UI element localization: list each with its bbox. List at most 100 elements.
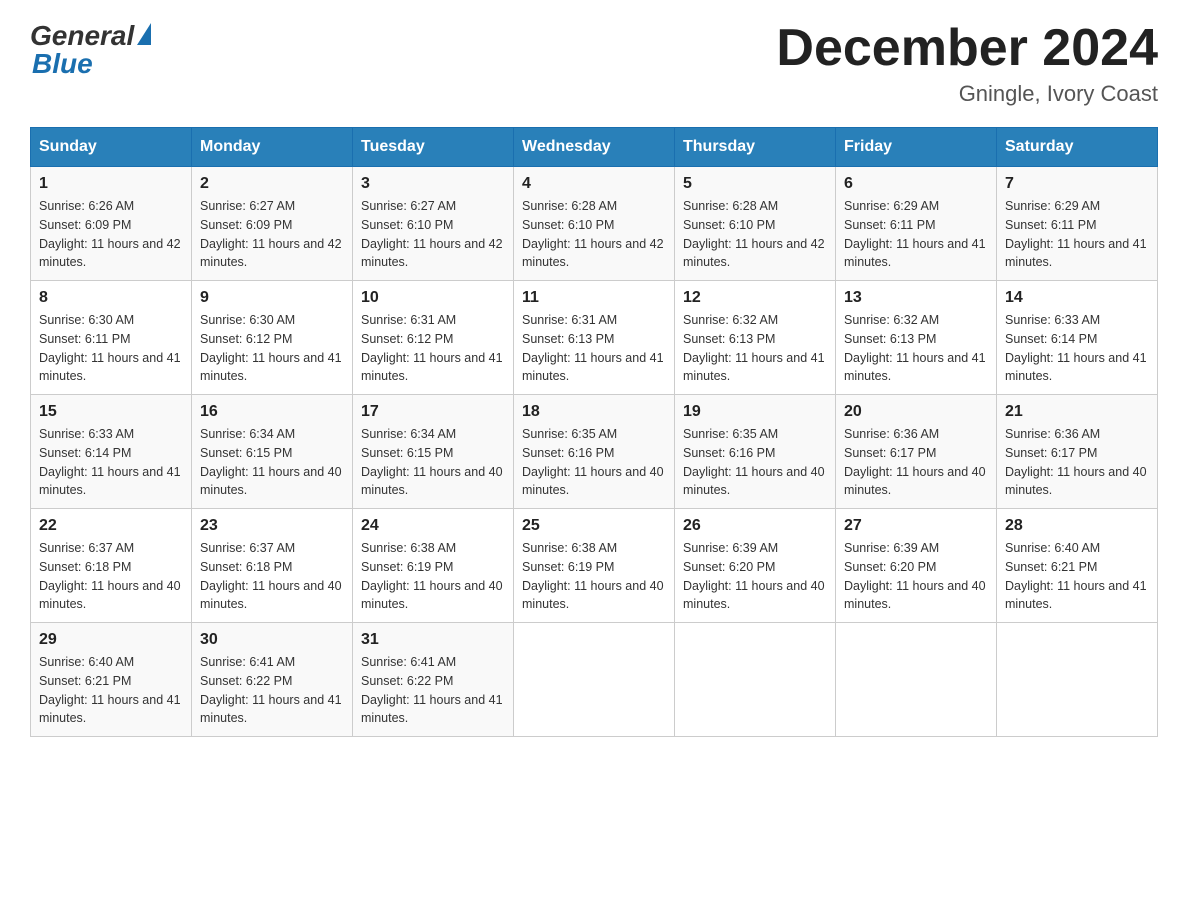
day-info: Sunrise: 6:40 AMSunset: 6:21 PMDaylight:… xyxy=(39,653,183,728)
logo-triangle-icon xyxy=(137,23,151,45)
calendar-week-row: 29 Sunrise: 6:40 AMSunset: 6:21 PMDayligh… xyxy=(31,623,1158,737)
day-info: Sunrise: 6:33 AMSunset: 6:14 PMDaylight:… xyxy=(1005,311,1149,386)
table-row: 20 Sunrise: 6:36 AMSunset: 6:17 PMDayligh… xyxy=(836,395,997,509)
day-number: 15 xyxy=(39,403,183,421)
day-info: Sunrise: 6:27 AMSunset: 6:09 PMDaylight:… xyxy=(200,197,344,272)
calendar-table: Sunday Monday Tuesday Wednesday Thursday… xyxy=(30,127,1158,737)
table-row xyxy=(997,623,1158,737)
table-row: 4 Sunrise: 6:28 AMSunset: 6:10 PMDaylight… xyxy=(514,167,675,281)
table-row: 17Sunrise: 6:34 AMSunset: 6:15 PMDayligh… xyxy=(353,395,514,509)
col-wednesday: Wednesday xyxy=(514,128,675,167)
day-number: 6 xyxy=(844,175,988,193)
calendar-header-row: Sunday Monday Tuesday Wednesday Thursday… xyxy=(31,128,1158,167)
col-friday: Friday xyxy=(836,128,997,167)
day-info: Sunrise: 6:33 AMSunset: 6:14 PMDaylight:… xyxy=(39,425,183,500)
table-row: 3Sunrise: 6:27 AMSunset: 6:10 PMDaylight… xyxy=(353,167,514,281)
table-row: 26 Sunrise: 6:39 AMSunset: 6:20 PMDayligh… xyxy=(675,509,836,623)
day-number: 10 xyxy=(361,289,505,307)
day-number: 18 xyxy=(522,403,666,421)
day-info: Sunrise: 6:35 AMSunset: 6:16 PMDaylight:… xyxy=(522,425,666,500)
location-text: Gningle, Ivory Coast xyxy=(776,81,1158,107)
table-row: 8 Sunrise: 6:30 AMSunset: 6:11 PMDaylight… xyxy=(31,281,192,395)
day-number: 26 xyxy=(683,517,827,535)
day-number: 16 xyxy=(200,403,344,421)
day-info: Sunrise: 6:39 AMSunset: 6:20 PMDaylight:… xyxy=(844,539,988,614)
calendar-week-row: 8 Sunrise: 6:30 AMSunset: 6:11 PMDaylight… xyxy=(31,281,1158,395)
day-number: 29 xyxy=(39,631,183,649)
day-info: Sunrise: 6:39 AMSunset: 6:20 PMDaylight:… xyxy=(683,539,827,614)
day-number: 9 xyxy=(200,289,344,307)
day-info: Sunrise: 6:30 AMSunset: 6:11 PMDaylight:… xyxy=(39,311,183,386)
day-info: Sunrise: 6:29 AMSunset: 6:11 PMDaylight:… xyxy=(844,197,988,272)
table-row: 9 Sunrise: 6:30 AMSunset: 6:12 PMDaylight… xyxy=(192,281,353,395)
day-number: 31 xyxy=(361,631,505,649)
day-number: 13 xyxy=(844,289,988,307)
day-number: 30 xyxy=(200,631,344,649)
day-number: 24 xyxy=(361,517,505,535)
day-number: 8 xyxy=(39,289,183,307)
day-number: 17 xyxy=(361,403,505,421)
table-row: 27 Sunrise: 6:39 AMSunset: 6:20 PMDayligh… xyxy=(836,509,997,623)
table-row: 16 Sunrise: 6:34 AMSunset: 6:15 PMDayligh… xyxy=(192,395,353,509)
day-info: Sunrise: 6:31 AMSunset: 6:12 PMDaylight:… xyxy=(361,311,505,386)
day-info: Sunrise: 6:34 AMSunset: 6:15 PMDaylight:… xyxy=(200,425,344,500)
day-info: Sunrise: 6:31 AMSunset: 6:13 PMDaylight:… xyxy=(522,311,666,386)
table-row: 31Sunrise: 6:41 AMSunset: 6:22 PMDayligh… xyxy=(353,623,514,737)
table-row: 2 Sunrise: 6:27 AMSunset: 6:09 PMDaylight… xyxy=(192,167,353,281)
day-number: 12 xyxy=(683,289,827,307)
table-row: 14 Sunrise: 6:33 AMSunset: 6:14 PMDayligh… xyxy=(997,281,1158,395)
table-row xyxy=(675,623,836,737)
table-row: 29 Sunrise: 6:40 AMSunset: 6:21 PMDayligh… xyxy=(31,623,192,737)
day-number: 19 xyxy=(683,403,827,421)
table-row: 13Sunrise: 6:32 AMSunset: 6:13 PMDayligh… xyxy=(836,281,997,395)
day-info: Sunrise: 6:37 AMSunset: 6:18 PMDaylight:… xyxy=(200,539,344,614)
day-info: Sunrise: 6:26 AMSunset: 6:09 PMDaylight:… xyxy=(39,197,183,272)
calendar-week-row: 15 Sunrise: 6:33 AMSunset: 6:14 PMDayligh… xyxy=(31,395,1158,509)
table-row: 18 Sunrise: 6:35 AMSunset: 6:16 PMDayligh… xyxy=(514,395,675,509)
day-number: 23 xyxy=(200,517,344,535)
table-row: 11 Sunrise: 6:31 AMSunset: 6:13 PMDayligh… xyxy=(514,281,675,395)
col-sunday: Sunday xyxy=(31,128,192,167)
day-number: 27 xyxy=(844,517,988,535)
col-monday: Monday xyxy=(192,128,353,167)
day-info: Sunrise: 6:38 AMSunset: 6:19 PMDaylight:… xyxy=(522,539,666,614)
day-info: Sunrise: 6:37 AMSunset: 6:18 PMDaylight:… xyxy=(39,539,183,614)
day-number: 14 xyxy=(1005,289,1149,307)
month-title: December 2024 xyxy=(776,20,1158,77)
day-number: 20 xyxy=(844,403,988,421)
table-row: 25 Sunrise: 6:38 AMSunset: 6:19 PMDayligh… xyxy=(514,509,675,623)
day-info: Sunrise: 6:35 AMSunset: 6:16 PMDaylight:… xyxy=(683,425,827,500)
day-number: 4 xyxy=(522,175,666,193)
table-row: 12 Sunrise: 6:32 AMSunset: 6:13 PMDayligh… xyxy=(675,281,836,395)
day-number: 7 xyxy=(1005,175,1149,193)
calendar-week-row: 22 Sunrise: 6:37 AMSunset: 6:18 PMDayligh… xyxy=(31,509,1158,623)
day-info: Sunrise: 6:28 AMSunset: 6:10 PMDaylight:… xyxy=(522,197,666,272)
table-row: 19 Sunrise: 6:35 AMSunset: 6:16 PMDayligh… xyxy=(675,395,836,509)
logo: General Blue xyxy=(30,20,151,80)
day-number: 11 xyxy=(522,289,666,307)
day-info: Sunrise: 6:41 AMSunset: 6:22 PMDaylight:… xyxy=(200,653,344,728)
table-row xyxy=(514,623,675,737)
logo-blue-text: Blue xyxy=(32,48,93,80)
table-row: 1Sunrise: 6:26 AMSunset: 6:09 PMDaylight… xyxy=(31,167,192,281)
col-saturday: Saturday xyxy=(997,128,1158,167)
table-row: 24Sunrise: 6:38 AMSunset: 6:19 PMDayligh… xyxy=(353,509,514,623)
table-row: 28Sunrise: 6:40 AMSunset: 6:21 PMDayligh… xyxy=(997,509,1158,623)
table-row: 30 Sunrise: 6:41 AMSunset: 6:22 PMDayligh… xyxy=(192,623,353,737)
table-row: 10 Sunrise: 6:31 AMSunset: 6:12 PMDayligh… xyxy=(353,281,514,395)
day-number: 2 xyxy=(200,175,344,193)
day-number: 21 xyxy=(1005,403,1149,421)
day-info: Sunrise: 6:36 AMSunset: 6:17 PMDaylight:… xyxy=(844,425,988,500)
day-number: 22 xyxy=(39,517,183,535)
table-row: 22 Sunrise: 6:37 AMSunset: 6:18 PMDayligh… xyxy=(31,509,192,623)
table-row: 7 Sunrise: 6:29 AMSunset: 6:11 PMDaylight… xyxy=(997,167,1158,281)
day-number: 28 xyxy=(1005,517,1149,535)
day-info: Sunrise: 6:27 AMSunset: 6:10 PMDaylight:… xyxy=(361,197,505,272)
page-header: General Blue December 2024 Gningle, Ivor… xyxy=(30,20,1158,107)
table-row xyxy=(836,623,997,737)
day-info: Sunrise: 6:29 AMSunset: 6:11 PMDaylight:… xyxy=(1005,197,1149,272)
day-number: 25 xyxy=(522,517,666,535)
day-info: Sunrise: 6:32 AMSunset: 6:13 PMDaylight:… xyxy=(683,311,827,386)
day-info: Sunrise: 6:30 AMSunset: 6:12 PMDaylight:… xyxy=(200,311,344,386)
table-row: 23 Sunrise: 6:37 AMSunset: 6:18 PMDayligh… xyxy=(192,509,353,623)
